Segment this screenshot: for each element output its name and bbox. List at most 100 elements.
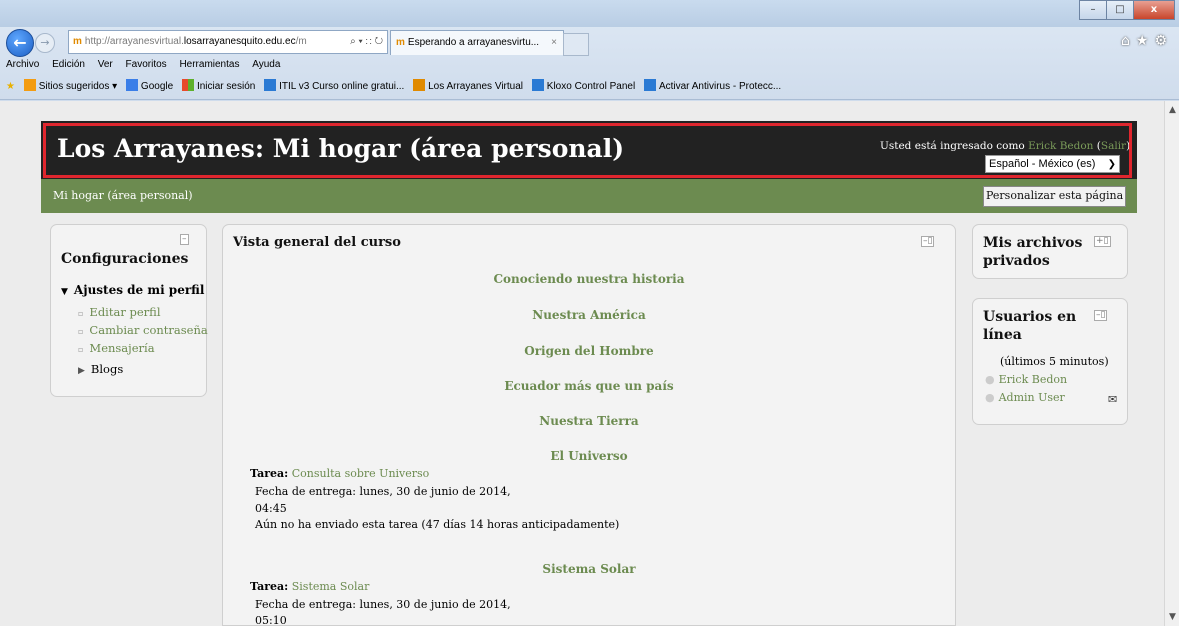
- task-link[interactable]: Consulta sobre Universo: [292, 467, 430, 480]
- window-controls: – □ x: [1079, 0, 1175, 20]
- user-name: Erick Bedon: [998, 373, 1068, 386]
- favorite-kloxo[interactable]: Kloxo Control Panel: [531, 74, 636, 99]
- ie-page-icon: [531, 79, 544, 91]
- course-link[interactable]: El Universo: [0, 449, 1179, 463]
- online-period: (últimos 5 minutos): [1000, 355, 1109, 368]
- online-user[interactable]: ● Admin User: [985, 391, 1065, 404]
- title-line: privados: [983, 253, 1050, 269]
- menu-herramientas[interactable]: Herramientas: [179, 59, 239, 70]
- suggested-sites-icon: [23, 79, 36, 91]
- favorite-itil[interactable]: ITIL v3 Curso online gratui...: [264, 74, 404, 99]
- minimize-button[interactable]: –: [1079, 0, 1107, 20]
- online-user[interactable]: ● Erick Bedon: [985, 373, 1067, 386]
- url-prefix: http://arrayanesvirtual.: [84, 36, 184, 47]
- task-line: Tarea: Consulta sobre Universo: [250, 467, 429, 480]
- language-select[interactable]: Español - México (es) ❯: [985, 155, 1120, 173]
- moodle-icon: m: [396, 37, 405, 48]
- favorite-label: Los Arrayanes Virtual: [428, 81, 523, 92]
- favorites-star-icon[interactable]: ★: [6, 74, 15, 99]
- task-label: Tarea:: [250, 580, 289, 593]
- settings-item-blogs[interactable]: ▶ Blogs: [78, 362, 123, 376]
- menu-edicion[interactable]: Edición: [52, 59, 85, 70]
- favorite-label: Google: [140, 81, 174, 92]
- favorite-label: Activar Antivirus - Protecc...: [658, 81, 782, 92]
- task-line: Tarea: Sistema Solar: [250, 580, 369, 593]
- course-overview-title: Vista general del curso: [233, 235, 401, 250]
- tab-title: Esperando a arrayanesvirtu...: [407, 37, 540, 48]
- vertical-scrollbar[interactable]: ▲ ▼: [1164, 101, 1179, 626]
- task-time: 05:10: [255, 614, 287, 627]
- tab-arrayanes[interactable]: m Esperando a arrayanesvirtu... ×: [390, 30, 564, 55]
- favorite-iniciar-sesion[interactable]: Iniciar sesión: [181, 74, 256, 99]
- new-tab-button[interactable]: [563, 33, 589, 56]
- task-due: Fecha de entrega: lunes, 30 de junio de …: [255, 485, 511, 498]
- favorite-label: Iniciar sesión: [196, 81, 256, 92]
- collapsed-triangle-icon: ▶: [78, 366, 85, 376]
- scroll-up-icon[interactable]: ▲: [1167, 105, 1178, 115]
- course-link[interactable]: Sistema Solar: [0, 562, 1179, 576]
- blogs-label: Blogs: [90, 362, 124, 376]
- url-domain: losarrayanesquito.edu.ec: [183, 36, 296, 47]
- google-icon: [125, 79, 138, 91]
- task-status: Aún no ha enviado esta tarea (47 días 14…: [255, 518, 620, 531]
- close-tab-icon[interactable]: ×: [551, 31, 557, 55]
- close-window-button[interactable]: x: [1133, 0, 1175, 20]
- favorites-bar: ★ Sitios sugeridos ▾ Google Iniciar sesi…: [0, 74, 1179, 100]
- title-line: Usuarios en: [983, 309, 1077, 325]
- bullet-icon: ▫: [78, 327, 84, 336]
- menu-archivo[interactable]: Archivo: [6, 59, 39, 70]
- browser-nav-row: ← → m http://arrayanesvirtual.losarrayane…: [0, 27, 1179, 57]
- settings-item-change-password[interactable]: ▫ Cambiar contraseña: [78, 323, 208, 337]
- online-users-title: Usuarios en línea: [983, 308, 1076, 344]
- url-suffix: /m: [295, 36, 307, 47]
- user-name: Admin User: [998, 391, 1065, 404]
- favorite-label: Kloxo Control Panel: [546, 81, 636, 92]
- ie-page-icon: [643, 79, 656, 91]
- moodle-icon: m: [73, 36, 82, 47]
- favorite-arrayanes[interactable]: Los Arrayanes Virtual: [413, 74, 523, 99]
- address-tools[interactable]: ⌕ ▾ ∷ ↻: [350, 31, 383, 53]
- collapse-icon[interactable]: –: [180, 234, 189, 245]
- message-icon[interactable]: ✉: [1108, 393, 1117, 406]
- forward-button[interactable]: →: [35, 33, 55, 53]
- customize-page-button[interactable]: Personalizar esta página: [983, 186, 1127, 207]
- task-time: 04:45: [255, 502, 287, 515]
- address-bar[interactable]: m http://arrayanesvirtual.losarrayanesqui…: [68, 30, 388, 54]
- user-icon: ●: [985, 391, 995, 404]
- maximize-button[interactable]: □: [1106, 0, 1134, 20]
- menu-bar: Archivo Edición Ver Favoritos Herramient…: [0, 57, 1179, 73]
- ie-page-icon: [264, 79, 277, 91]
- settings-item-label: Cambiar contraseña: [89, 323, 208, 337]
- logout-link[interactable]: (Salir): [1097, 140, 1130, 152]
- settings-title: Configuraciones: [61, 251, 189, 267]
- title-line: línea: [983, 327, 1022, 343]
- task-label: Tarea:: [250, 467, 289, 480]
- dock-icon[interactable]: –▯: [1094, 310, 1108, 321]
- menu-ayuda[interactable]: Ayuda: [252, 59, 280, 70]
- navbar: [41, 179, 1137, 213]
- menu-favoritos[interactable]: Favoritos: [126, 59, 167, 70]
- dock-icon[interactable]: +▯: [1094, 236, 1111, 247]
- moodle-icon: [413, 79, 426, 91]
- chevron-down-icon: ❯: [1107, 159, 1116, 170]
- login-info: Usted está ingresado como Erick Bedon (S…: [880, 140, 1130, 152]
- windows-icon: [181, 79, 194, 91]
- task-link[interactable]: Sistema Solar: [292, 580, 370, 593]
- dock-icon[interactable]: –▯: [921, 236, 935, 247]
- menu-ver[interactable]: Ver: [98, 59, 113, 70]
- favorite-label: ITIL v3 Curso online gratui...: [279, 81, 405, 92]
- back-button[interactable]: ←: [6, 29, 34, 57]
- favorite-label: Sitios sugeridos ▾: [38, 81, 118, 92]
- language-value: Español - México (es): [989, 158, 1096, 170]
- favorite-antivirus[interactable]: Activar Antivirus - Protecc...: [643, 74, 782, 99]
- scroll-down-icon[interactable]: ▼: [1167, 612, 1178, 622]
- breadcrumb[interactable]: Mi hogar (área personal): [53, 189, 193, 202]
- login-prefix: Usted está ingresado como: [880, 140, 1025, 152]
- user-link[interactable]: Erick Bedon: [1028, 140, 1093, 152]
- expanded-triangle-icon: ▼: [61, 287, 68, 297]
- favorite-suggested-sites[interactable]: Sitios sugeridos ▾: [23, 74, 118, 99]
- window-titlebar: – □ x: [0, 0, 1179, 27]
- title-line: Mis archivos: [983, 235, 1083, 251]
- browser-right-icons[interactable]: ⌂★⚙: [1121, 33, 1173, 49]
- favorite-google[interactable]: Google: [125, 74, 174, 99]
